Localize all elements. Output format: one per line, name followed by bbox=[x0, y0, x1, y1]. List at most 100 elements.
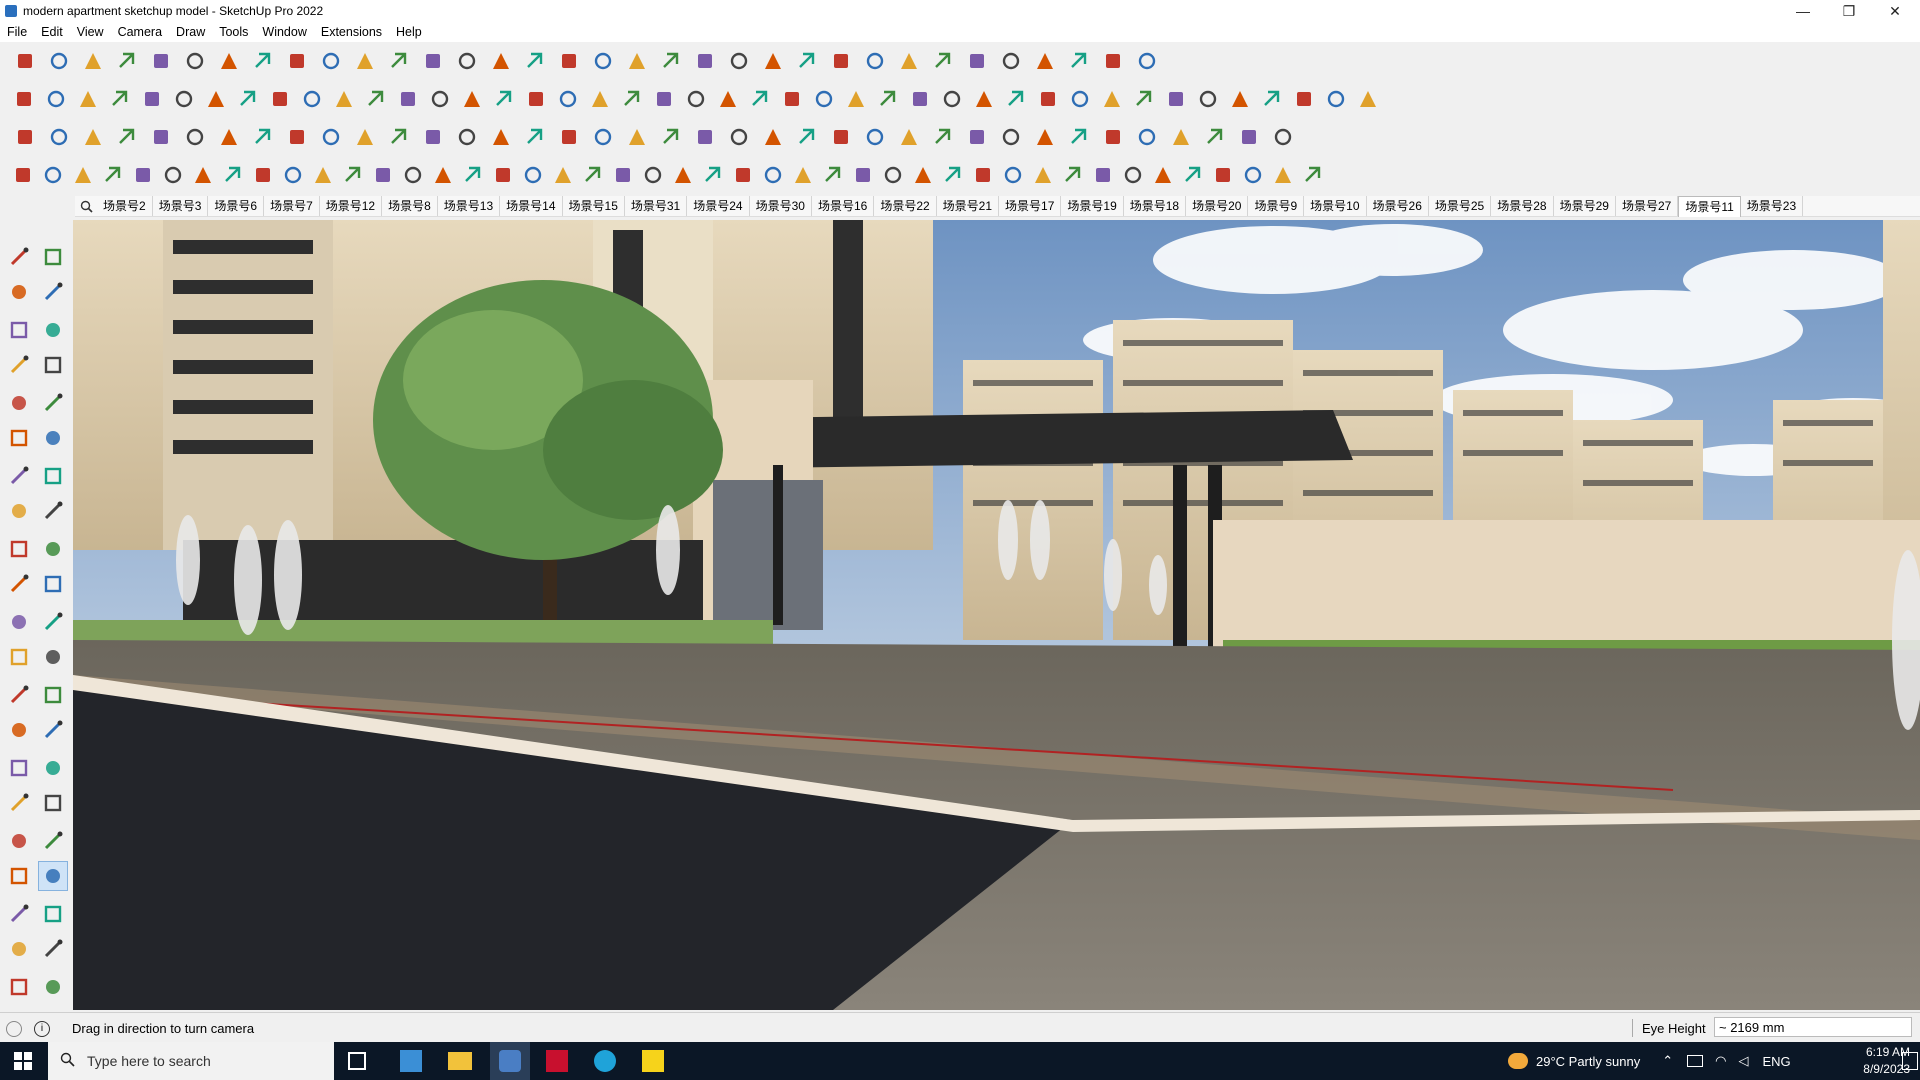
tool-43-button[interactable] bbox=[1268, 162, 1298, 188]
weather-icon[interactable] bbox=[1508, 1053, 1528, 1069]
scene-tab[interactable]: 场景号28 bbox=[1491, 195, 1554, 216]
stair-button[interactable] bbox=[416, 124, 450, 150]
sketchup-taskbar-button[interactable] bbox=[490, 1042, 530, 1080]
ring3-button[interactable] bbox=[688, 124, 722, 150]
zoom-extents-tool-button[interactable] bbox=[4, 826, 34, 856]
scene-tab[interactable]: 场景号12 bbox=[320, 195, 383, 216]
tile-red-button[interactable] bbox=[144, 124, 178, 150]
weather-text[interactable]: 29°C Partly sunny bbox=[1536, 1054, 1640, 1069]
windows-start-icon[interactable] bbox=[14, 1052, 32, 1070]
orbit-tool-tool-button[interactable] bbox=[4, 753, 34, 783]
tool-14-button[interactable] bbox=[398, 162, 428, 188]
tool-6-button[interactable] bbox=[158, 162, 188, 188]
zoom-window-button[interactable] bbox=[586, 48, 620, 74]
zoom-extents-button[interactable] bbox=[8, 48, 42, 74]
grid-orange2-button[interactable] bbox=[1130, 124, 1164, 150]
rotate-button[interactable] bbox=[314, 48, 348, 74]
maximize-button[interactable]: ❐ bbox=[1826, 0, 1872, 22]
zoom-window-tool-button[interactable] bbox=[38, 788, 68, 818]
scene-tab[interactable]: 场景号24 bbox=[687, 195, 750, 216]
tool-12-button[interactable] bbox=[338, 162, 368, 188]
rectangle-button[interactable] bbox=[178, 48, 212, 74]
puzzle-button[interactable] bbox=[858, 124, 892, 150]
box-front-button[interactable] bbox=[72, 86, 104, 112]
line-button[interactable] bbox=[110, 48, 144, 74]
function-button[interactable] bbox=[712, 86, 744, 112]
tool-10-button[interactable] bbox=[278, 162, 308, 188]
menu-draw[interactable]: Draw bbox=[169, 25, 212, 39]
shape-11-button[interactable] bbox=[1128, 86, 1160, 112]
styles-tool-button[interactable] bbox=[38, 934, 68, 964]
tool-35-button[interactable] bbox=[1028, 162, 1058, 188]
chevron-up-icon[interactable]: ⌃ bbox=[1662, 1053, 1673, 1069]
cross-x-button[interactable] bbox=[518, 124, 552, 150]
3d-text-tool-button[interactable] bbox=[38, 715, 68, 745]
qr-button[interactable] bbox=[1266, 124, 1300, 150]
text-tool-button[interactable] bbox=[38, 680, 68, 710]
previous-tool-button[interactable] bbox=[38, 826, 68, 856]
sticky-notes-icon[interactable] bbox=[642, 1050, 664, 1072]
tool-8-button[interactable] bbox=[218, 162, 248, 188]
section-button[interactable] bbox=[1130, 48, 1164, 74]
select-tool-button[interactable] bbox=[4, 242, 34, 272]
sandbox-detail-button[interactable] bbox=[994, 48, 1028, 74]
wifi-icon[interactable]: ◠ bbox=[1715, 1053, 1726, 1069]
shape-17-button[interactable] bbox=[1320, 86, 1352, 112]
measurements-field[interactable]: ~ 2169 mm bbox=[1714, 1017, 1912, 1037]
two-point-arc-tool-button[interactable] bbox=[38, 461, 68, 491]
frame-button[interactable] bbox=[1062, 124, 1096, 150]
edge-browser-icon[interactable] bbox=[594, 1050, 616, 1072]
account-button[interactable] bbox=[756, 48, 790, 74]
grid-button[interactable] bbox=[280, 124, 314, 150]
sandbox-drape-button[interactable] bbox=[960, 48, 994, 74]
shape-16-button[interactable] bbox=[1288, 86, 1320, 112]
solid-split-button[interactable] bbox=[232, 86, 264, 112]
orbit-button[interactable] bbox=[484, 48, 518, 74]
menu-help[interactable]: Help bbox=[389, 25, 429, 39]
tool-24-button[interactable] bbox=[698, 162, 728, 188]
tile-green-button[interactable] bbox=[110, 124, 144, 150]
tool-34-button[interactable] bbox=[998, 162, 1028, 188]
calculator-app-icon[interactable] bbox=[400, 1050, 422, 1072]
tile-blue-button[interactable] bbox=[8, 124, 42, 150]
pie-tool-button[interactable] bbox=[4, 496, 34, 526]
solid-union-button[interactable] bbox=[104, 86, 136, 112]
menu-window[interactable]: Window bbox=[255, 25, 313, 39]
shape-10-button[interactable] bbox=[1096, 86, 1128, 112]
tool-5-button[interactable] bbox=[128, 162, 158, 188]
tool-26-button[interactable] bbox=[758, 162, 788, 188]
tool-1-button[interactable] bbox=[8, 162, 38, 188]
tool-19-button[interactable] bbox=[548, 162, 578, 188]
puzzle2-button[interactable] bbox=[892, 124, 926, 150]
tool-39-button[interactable] bbox=[1148, 162, 1178, 188]
orbit-tool-button[interactable] bbox=[38, 242, 68, 272]
shape-4-button[interactable] bbox=[904, 86, 936, 112]
tool-22-button[interactable] bbox=[638, 162, 668, 188]
styles-button[interactable] bbox=[654, 48, 688, 74]
shape-3-button[interactable] bbox=[872, 86, 904, 112]
scene-search-icon[interactable] bbox=[75, 200, 97, 213]
solid-trim-button[interactable] bbox=[200, 86, 232, 112]
sandbox-scratch-button[interactable] bbox=[520, 86, 552, 112]
tool-30-button[interactable] bbox=[878, 162, 908, 188]
component-button[interactable] bbox=[620, 48, 654, 74]
page-button[interactable] bbox=[314, 124, 348, 150]
scene-tab[interactable]: 场景号3 bbox=[153, 195, 209, 216]
ring2-button[interactable] bbox=[654, 124, 688, 150]
pencil-tool-button[interactable] bbox=[38, 315, 68, 345]
scene-tab[interactable]: 场景号7 bbox=[264, 195, 320, 216]
menu-tools[interactable]: Tools bbox=[212, 25, 255, 39]
tool-9-button[interactable] bbox=[248, 162, 278, 188]
dimension-tool-button[interactable] bbox=[38, 642, 68, 672]
tool-25-button[interactable] bbox=[728, 162, 758, 188]
file-explorer-icon[interactable] bbox=[448, 1052, 472, 1070]
tool-32-button[interactable] bbox=[938, 162, 968, 188]
menu-camera[interactable]: Camera bbox=[111, 25, 169, 39]
clock[interactable]: 6:19 AM 8/9/2023 bbox=[1850, 1044, 1910, 1078]
pan-tool-button[interactable] bbox=[38, 753, 68, 783]
cross-plus-button[interactable] bbox=[484, 124, 518, 150]
solid-subtract-button[interactable] bbox=[136, 86, 168, 112]
scene-tab[interactable]: 场景号21 bbox=[937, 195, 1000, 216]
undo-button[interactable] bbox=[1062, 48, 1096, 74]
eraser-tool-button[interactable] bbox=[38, 277, 68, 307]
